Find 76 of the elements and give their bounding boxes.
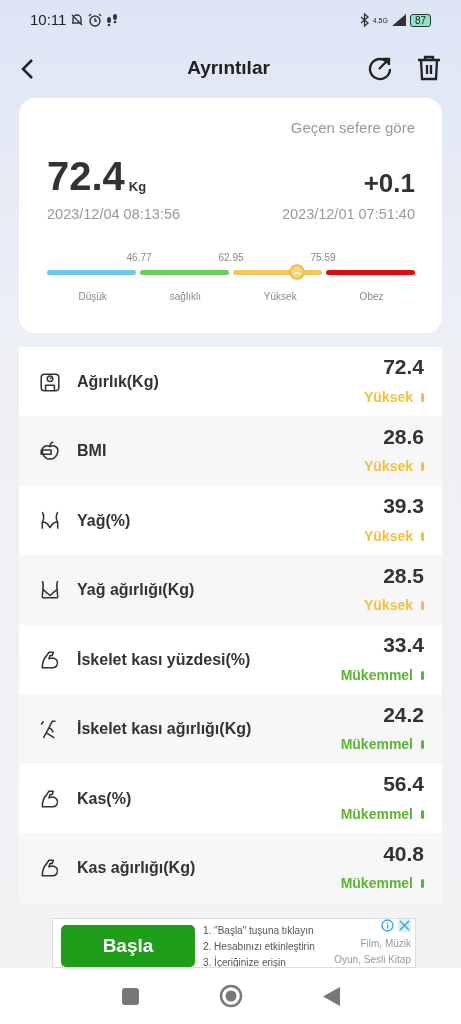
metric-value: 40.8 [383,841,424,866]
metric-status: Mükemmel [340,804,413,824]
metric-value: 24.2 [383,702,424,727]
metric-value: 56.4 [383,772,424,796]
ad-step: 2. Hesabınızı etkinleştirin [203,939,335,955]
metric-row[interactable]: Yağ(%) 39.3 Yüksek [19,485,442,556]
metric-row[interactable]: Kas ağırlığı(Kg) 40.8 Mükemmel [19,833,442,903]
metric-row[interactable]: İskelet kası ağırlığı(Kg) 24.2 Mükemmel [19,694,442,764]
metric-value: 39.3 [383,494,424,518]
previous-date: 2023/12/01 07:51:40 [281,205,415,224]
metric-label: İskelet kası yüzdesi(%) [77,649,252,670]
measurement-date: 2023/12/04 08:13:56 [47,205,181,224]
bell-off-icon [70,13,85,27]
status-time: 10:11 [30,9,67,30]
status-indicator [421,809,424,819]
body-icon [39,579,61,601]
body-icon [39,509,61,532]
threshold-value: 75.59 [310,250,336,265]
weight-change: +0.1 [363,170,415,196]
metric-status: Mükemmel [340,735,413,755]
metric-status: Mükemmel [340,665,413,685]
back-icon[interactable] [20,57,34,80]
metric-value: 33.4 [383,633,424,657]
metric-status: Yüksek [363,387,413,407]
info-icon[interactable] [381,919,394,932]
metric-label: Yağ(%) [77,510,132,531]
footsteps-icon [106,13,119,27]
ad-text: Oyun, Sesli Kitap [334,953,411,967]
metric-status: Mükemmel [340,874,413,894]
range-label: Yüksek [263,290,297,302]
weight-value: 72.4 [47,156,125,196]
metric-label: Kas(%) [77,788,133,809]
range-label: Obez [359,290,384,302]
signal-icon [391,14,406,26]
status-indicator [421,670,424,680]
metric-label: BMI [77,441,108,461]
threshold-value: 62.95 [218,250,244,265]
metric-status: Yüksek [363,457,413,477]
metric-row[interactable]: BMI 28.6 Yüksek [19,416,442,486]
status-indicator [421,879,424,889]
range-label: Düşük [78,290,107,302]
page-title: Ayrıntılar [187,55,270,80]
apple-icon [39,440,61,462]
metric-row[interactable]: Yağ ağırlığı(Kg) 28.5 Yüksek [19,555,442,625]
metric-row[interactable]: Kas(%) 56.4 Mükemmel [19,763,442,834]
recents-button[interactable] [121,987,139,1005]
metric-status: Yüksek [363,526,413,546]
metric-label: İskelet kası ağırlığı(Kg) [77,719,253,739]
metric-label: Kas ağırlığı(Kg) [77,858,197,878]
status-indicator [421,601,424,611]
range-label: sağlıklı [169,290,201,302]
bluetooth-icon [359,13,369,27]
metric-value: 28.6 [383,424,424,449]
alarm-icon [88,13,103,27]
comparison-label: Geçen sefere göre [290,119,415,136]
back-nav-button[interactable] [322,986,340,1006]
close-icon[interactable] [398,919,411,932]
metric-status: Yüksek [363,596,413,616]
metric-value: 28.5 [383,563,424,588]
ad-step: 1. "Başla" tuşuna tıklayın [203,923,335,939]
metric-label: Yağ ağırlığı(Kg) [77,580,196,600]
home-button[interactable] [218,984,243,1008]
weight-unit: Kg [128,177,147,196]
status-indicator [421,531,424,541]
status-indicator [421,740,424,750]
ad-text: Film, Müzik [359,937,411,951]
start-button[interactable]: Başla [61,925,195,967]
arm-icon [39,857,61,879]
metric-value: 72.4 [383,355,424,379]
metric-label: Ağırlık(Kg) [77,371,160,392]
threshold-value: 46.77 [126,250,152,265]
metric-row[interactable]: Ağırlık(Kg) 72.4 Yüksek [19,346,442,417]
status-indicator [421,392,424,402]
status-indicator [421,462,424,472]
metric-row[interactable]: İskelet kası yüzdesi(%) 33.4 Mükemmel [19,624,442,695]
battery-level: 87 [409,13,431,27]
